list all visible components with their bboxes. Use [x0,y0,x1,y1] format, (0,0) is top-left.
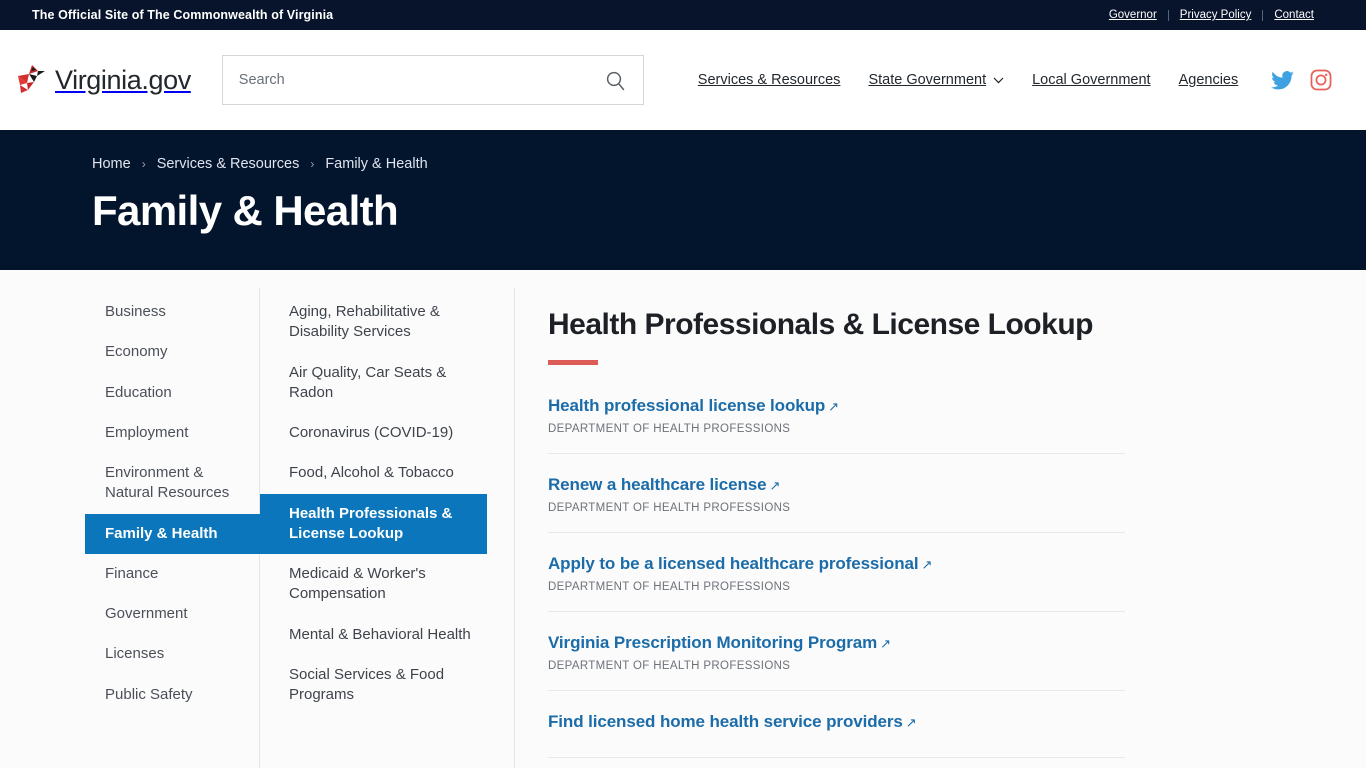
twitter-icon[interactable] [1271,70,1294,90]
page-title: Family & Health [92,187,399,234]
utility-link-privacy-policy[interactable]: Privacy Policy [1169,9,1263,21]
resource-link-label: Health professional license lookup [548,396,826,415]
social-links [1271,69,1332,91]
primary-category-nav: Business Economy Education Employment En… [0,288,260,768]
external-link-icon: ↗ [828,399,839,414]
resource-item: Renew a healthcare license ↗ DEPARTMENT O… [548,454,1125,533]
nav-label: Local Government [1032,72,1151,88]
nav-item-services-resources[interactable]: Services & Resources [684,72,855,88]
resource-agency-label: DEPARTMENT OF HEALTH PROFESSIONS [548,502,791,514]
heading-accent-rule [548,360,598,365]
subnav-item-health-professionals-license-lookup[interactable]: Health Professionals & License Lookup [260,493,487,554]
resource-link-label: Virginia Prescription Monitoring Program [548,633,878,652]
resource-link-apply-to-be-a-licensed-healthcare-professional[interactable]: Apply to be a licensed healthcare profes… [548,554,932,573]
masthead: Virginia.gov Services & Resources State … [0,30,1366,130]
resource-link-label: Apply to be a licensed healthcare profes… [548,554,919,573]
external-link-icon: ↗ [905,715,917,730]
external-link-icon: ↗ [880,636,891,651]
resource-item: Find licensed home health service provid… [548,691,1125,758]
nav-item-agencies[interactable]: Agencies [1165,72,1253,88]
breadcrumb-item-current: Family & Health [325,156,428,172]
subnav-item-aging-rehabilitative-disability-services[interactable]: Aging, Rehabilitative & Disability Servi… [260,292,487,353]
section-heading: Health Professionals & License Lookup [548,308,1093,341]
sidebar-item-government[interactable]: Government [85,594,260,634]
resource-link-health-professional-license-lookup[interactable]: Health professional license lookup ↗ [548,396,839,415]
secondary-category-nav: Aging, Rehabilitative & Disability Servi… [260,288,515,768]
resource-item: Apply to be a licensed healthcare profes… [548,533,1125,612]
sidebar-item-economy[interactable]: Economy [85,332,260,372]
resource-agency-label: DEPARTMENT OF HEALTH PROFESSIONS [548,423,791,435]
sidebar-item-licenses[interactable]: Licenses [85,634,260,674]
subnav-item-mental-behavioral-health[interactable]: Mental & Behavioral Health [260,615,487,655]
sidebar-item-finance[interactable]: Finance [85,554,260,594]
nav-label: Agencies [1178,72,1239,88]
sidebar-item-education[interactable]: Education [85,373,260,413]
utility-links: Governor Privacy Policy Contact [1098,9,1314,21]
site-logo-link[interactable]: Virginia.gov [14,63,191,97]
external-link-icon: ↗ [921,557,933,572]
resource-link-label: Find licensed home health service provid… [548,712,903,731]
page-hero: Home › Services & Resources › Family & H… [0,130,1366,270]
sidebar-item-employment[interactable]: Employment [85,413,260,453]
search-input[interactable] [238,72,603,88]
sidebar-item-public-safety[interactable]: Public Safety [85,675,260,715]
subnav-item-air-quality-car-seats-radon[interactable]: Air Quality, Car Seats & Radon [260,353,487,414]
nav-label: State Government [868,72,987,88]
search-box[interactable] [221,55,644,105]
search-icon[interactable] [603,67,629,93]
instagram-icon[interactable] [1310,69,1332,91]
subnav-item-coronavirus-covid-19[interactable]: Coronavirus (COVID-19) [260,413,487,453]
resource-agency-label: DEPARTMENT OF HEALTH PROFESSIONS [548,660,791,672]
brand-wordmark: Virginia.gov [55,64,191,95]
resource-agency-label: DEPARTMENT OF HEALTH PROFESSIONS [548,581,791,593]
sidebar-item-environment-natural-resources[interactable]: Environment & Natural Resources [85,453,260,514]
external-link-icon: ↗ [769,478,781,493]
utility-bar: The Official Site of The Commonwealth of… [0,0,1366,30]
nav-label: Services & Resources [697,72,841,88]
utility-link-contact[interactable]: Contact [1263,9,1314,21]
breadcrumb-item-services-resources[interactable]: Services & Resources [157,156,300,172]
subnav-item-food-alcohol-tobacco[interactable]: Food, Alcohol & Tobacco [260,453,487,493]
sidebar-item-family-health[interactable]: Family & Health [85,513,260,554]
resource-link-label: Renew a healthcare license [548,475,767,494]
main-content: Health Professionals & License Lookup He… [515,288,1366,768]
page-body: Business Economy Education Employment En… [0,270,1366,768]
resource-item: Health professional license lookup ↗ DEPA… [548,374,1125,454]
chevron-down-icon [993,77,1004,83]
resource-link-virginia-prescription-monitoring-program[interactable]: Virginia Prescription Monitoring Program… [548,633,891,652]
breadcrumb-item-home[interactable]: Home [92,156,131,172]
nav-item-state-government[interactable]: State Government [854,72,1018,88]
breadcrumb-separator-icon: › [141,157,146,171]
official-site-tagline: The Official Site of The Commonwealth of… [32,8,334,22]
cardinal-bird-icon [14,63,48,97]
breadcrumb: Home › Services & Resources › Family & H… [92,156,1366,172]
nav-item-local-government[interactable]: Local Government [1018,72,1164,88]
resource-item: Virginia Prescription Monitoring Program… [548,612,1125,691]
resource-list: Health professional license lookup ↗ DEPA… [548,374,1125,758]
subnav-item-social-services-food-programs[interactable]: Social Services & Food Programs [260,655,487,716]
breadcrumb-separator-icon: › [310,157,315,171]
subnav-item-medicaid-workers-compensation[interactable]: Medicaid & Worker's Compensation [260,554,487,615]
resource-link-find-licensed-home-health-service-providers[interactable]: Find licensed home health service provid… [548,712,917,731]
main-navigation: Services & Resources State Government Lo… [684,72,1257,88]
utility-link-governor[interactable]: Governor [1098,9,1168,21]
sidebar-item-business[interactable]: Business [85,292,260,332]
resource-link-renew-a-healthcare-license[interactable]: Renew a healthcare license ↗ [548,475,780,494]
